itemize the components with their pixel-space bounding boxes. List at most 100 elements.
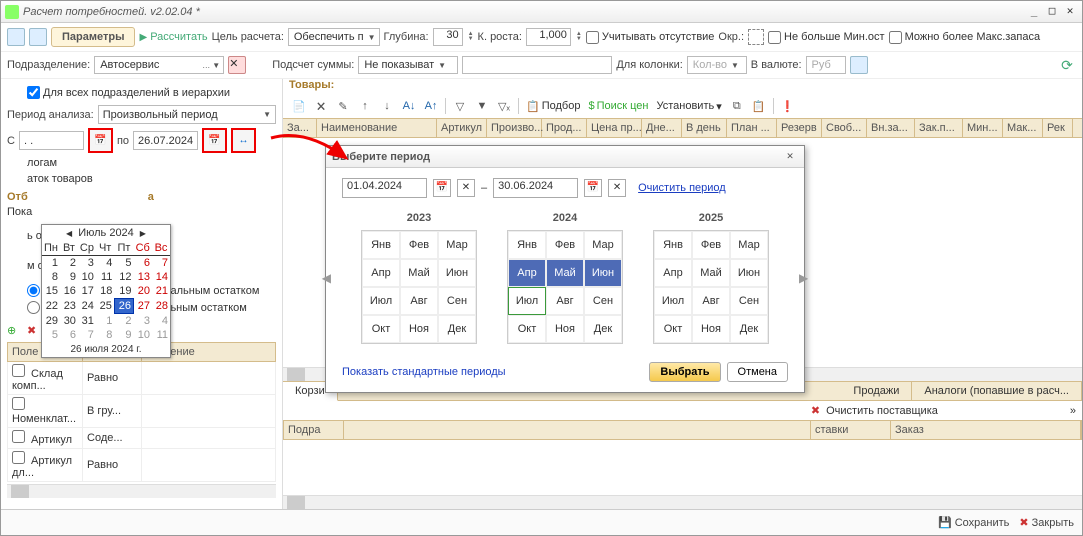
month-cell[interactable]: Янв bbox=[508, 231, 546, 259]
subdivision-select[interactable]: Автосервис…▼ bbox=[94, 56, 224, 74]
chevron-down-icon[interactable]: ▼ bbox=[368, 33, 376, 42]
calendar-day[interactable]: 1 bbox=[42, 256, 60, 271]
calendar-day[interactable]: 5 bbox=[42, 328, 60, 342]
month-cell[interactable]: Сен bbox=[438, 287, 476, 315]
year-2023-grid[interactable]: ЯнвФевМарАпрМайИюнИюлАвгСенОктНояДек bbox=[361, 230, 477, 344]
period-to-clear-icon[interactable]: ✕ bbox=[608, 179, 626, 197]
ti-del-icon[interactable]: 🗙 bbox=[311, 96, 331, 116]
column-header[interactable]: За... bbox=[283, 119, 317, 137]
calendar-day[interactable]: 10 bbox=[78, 270, 96, 284]
month-cell[interactable]: Мар bbox=[730, 231, 768, 259]
cancel-button[interactable]: Отмена bbox=[727, 362, 788, 382]
calendar-day[interactable]: 8 bbox=[96, 328, 115, 342]
month-cell[interactable]: Ноя bbox=[546, 315, 584, 343]
column-header[interactable]: Рек bbox=[1043, 119, 1073, 137]
calendar-day[interactable]: 9 bbox=[114, 328, 133, 342]
column-header[interactable]: Цена пр... bbox=[587, 119, 642, 137]
month-cell[interactable]: Дек bbox=[730, 315, 768, 343]
forcol-select[interactable]: Кол-во▼ bbox=[687, 56, 747, 74]
ti-new-icon[interactable]: 📄 bbox=[289, 96, 309, 116]
table-row[interactable]: Номенклат...В гру... bbox=[8, 395, 276, 428]
currency-select[interactable]: Руб bbox=[806, 56, 846, 74]
calendar-day[interactable]: 6 bbox=[60, 328, 78, 342]
month-cell[interactable]: Фев bbox=[692, 231, 730, 259]
cal-prev-icon[interactable]: ◀ bbox=[66, 229, 72, 238]
period-to-cal-icon[interactable]: 📅 bbox=[584, 179, 602, 197]
column-header[interactable]: Дне... bbox=[642, 119, 682, 137]
calendar-day[interactable]: 20 bbox=[133, 284, 152, 299]
ti-sortza-icon[interactable]: A↑ bbox=[421, 96, 441, 116]
subdiv-clear-icon[interactable]: ✕ bbox=[228, 56, 246, 74]
month-cell[interactable]: Май bbox=[692, 259, 730, 287]
month-cell[interactable]: Сен bbox=[584, 287, 622, 315]
calendar-day[interactable]: 2 bbox=[114, 314, 133, 329]
calendar-day[interactable]: 4 bbox=[152, 314, 170, 329]
calendar-day[interactable]: 9 bbox=[60, 270, 78, 284]
ti-down-icon[interactable]: ↓ bbox=[377, 96, 397, 116]
month-cell[interactable]: Янв bbox=[362, 231, 400, 259]
growth-input[interactable]: 1,000 bbox=[526, 28, 571, 46]
column-header[interactable]: Произво... bbox=[487, 119, 542, 137]
calendar-day[interactable]: 13 bbox=[133, 270, 152, 284]
grid-add-icon[interactable]: ⊕ bbox=[7, 324, 23, 340]
tab-analogs[interactable]: Аналоги (попавшие в расч... bbox=[912, 382, 1082, 400]
maximize-button[interactable]: □ bbox=[1044, 4, 1060, 20]
calendar-day[interactable]: 18 bbox=[96, 284, 115, 299]
calendar-day[interactable]: 8 bbox=[42, 270, 60, 284]
month-cell[interactable]: Янв bbox=[654, 231, 692, 259]
ti-up-icon[interactable]: ↑ bbox=[355, 96, 375, 116]
calendar-day[interactable]: 3 bbox=[133, 314, 152, 329]
action-icon-1[interactable] bbox=[7, 28, 25, 46]
month-cell[interactable]: Фев bbox=[546, 231, 584, 259]
calendar-day[interactable]: 29 bbox=[42, 314, 60, 329]
calendar-day[interactable]: 15 bbox=[42, 284, 60, 299]
calendar-day[interactable]: 26 bbox=[114, 299, 133, 314]
dialog-close-icon[interactable]: ✕ bbox=[782, 149, 798, 165]
close-button[interactable]: ✕ bbox=[1062, 4, 1078, 20]
month-cell[interactable]: Сен bbox=[730, 287, 768, 315]
calendar-day[interactable]: 11 bbox=[152, 328, 170, 342]
year-next-icon[interactable]: ▶ bbox=[799, 271, 808, 285]
month-cell[interactable]: Июн bbox=[438, 259, 476, 287]
pick-button[interactable]: 📋Подбор bbox=[523, 100, 583, 113]
month-cell[interactable]: Дек bbox=[438, 315, 476, 343]
year-prev-icon[interactable]: ◀ bbox=[322, 271, 331, 285]
maxstock-checkbox[interactable]: Можно более Макс.запаса bbox=[889, 31, 1041, 44]
calendar-day[interactable]: 1 bbox=[96, 314, 115, 329]
ti-paste2-icon[interactable]: 📋 bbox=[749, 96, 769, 116]
calendar-day[interactable]: 5 bbox=[114, 256, 133, 271]
calendar-day[interactable]: 10 bbox=[133, 328, 152, 342]
month-cell[interactable]: Апр bbox=[362, 259, 400, 287]
date-to-input[interactable]: 26.07.2024 bbox=[133, 131, 198, 150]
month-cell[interactable]: Мар bbox=[438, 231, 476, 259]
ti-filter-icon[interactable]: ▽ bbox=[450, 96, 470, 116]
calendar-day[interactable]: 27 bbox=[133, 299, 152, 314]
calendar-day[interactable]: 12 bbox=[114, 270, 133, 284]
month-cell[interactable]: Авг bbox=[546, 287, 584, 315]
column-header[interactable]: Зак.п... bbox=[915, 119, 963, 137]
price-button[interactable]: $ Поиск цен bbox=[585, 100, 651, 112]
currency-icon[interactable] bbox=[850, 56, 868, 74]
growth-spinner[interactable]: ▲▼ bbox=[576, 32, 582, 42]
column-header[interactable]: Наименование bbox=[317, 119, 437, 137]
clear-supplier-icon[interactable]: ✖ bbox=[811, 404, 820, 417]
column-header[interactable]: Вн.за... bbox=[867, 119, 915, 137]
ti-copy2-icon[interactable]: ⧉ bbox=[727, 96, 747, 116]
set-button[interactable]: Установить ▾ bbox=[653, 100, 724, 113]
cal-next-icon[interactable]: ▶ bbox=[140, 229, 146, 238]
calendar-day[interactable]: 3 bbox=[78, 256, 96, 271]
calendar-day[interactable]: 21 bbox=[152, 284, 170, 299]
month-cell[interactable]: Апр bbox=[654, 259, 692, 287]
column-header[interactable]: Мин... bbox=[963, 119, 1003, 137]
period-select[interactable]: Произвольный период▼ bbox=[98, 105, 276, 124]
month-cell[interactable]: Окт bbox=[508, 315, 546, 343]
ti-filter2-icon[interactable]: ▼ bbox=[472, 96, 492, 116]
filter-grid[interactable]: Поле Тип с... Значение Склад комп...Равн… bbox=[7, 342, 276, 482]
month-cell[interactable]: Ноя bbox=[692, 315, 730, 343]
close-link[interactable]: ✖ Закрыть bbox=[1019, 516, 1074, 529]
month-cell[interactable]: Окт bbox=[362, 315, 400, 343]
year-2024-grid[interactable]: ЯнвФевМарАпрМайИюнИюлАвгСенОктНояДек bbox=[507, 230, 623, 344]
action-icon-2[interactable] bbox=[29, 28, 47, 46]
date-from-picker-icon[interactable]: 📅 bbox=[88, 128, 113, 153]
period-from-cal-icon[interactable]: 📅 bbox=[433, 179, 451, 197]
